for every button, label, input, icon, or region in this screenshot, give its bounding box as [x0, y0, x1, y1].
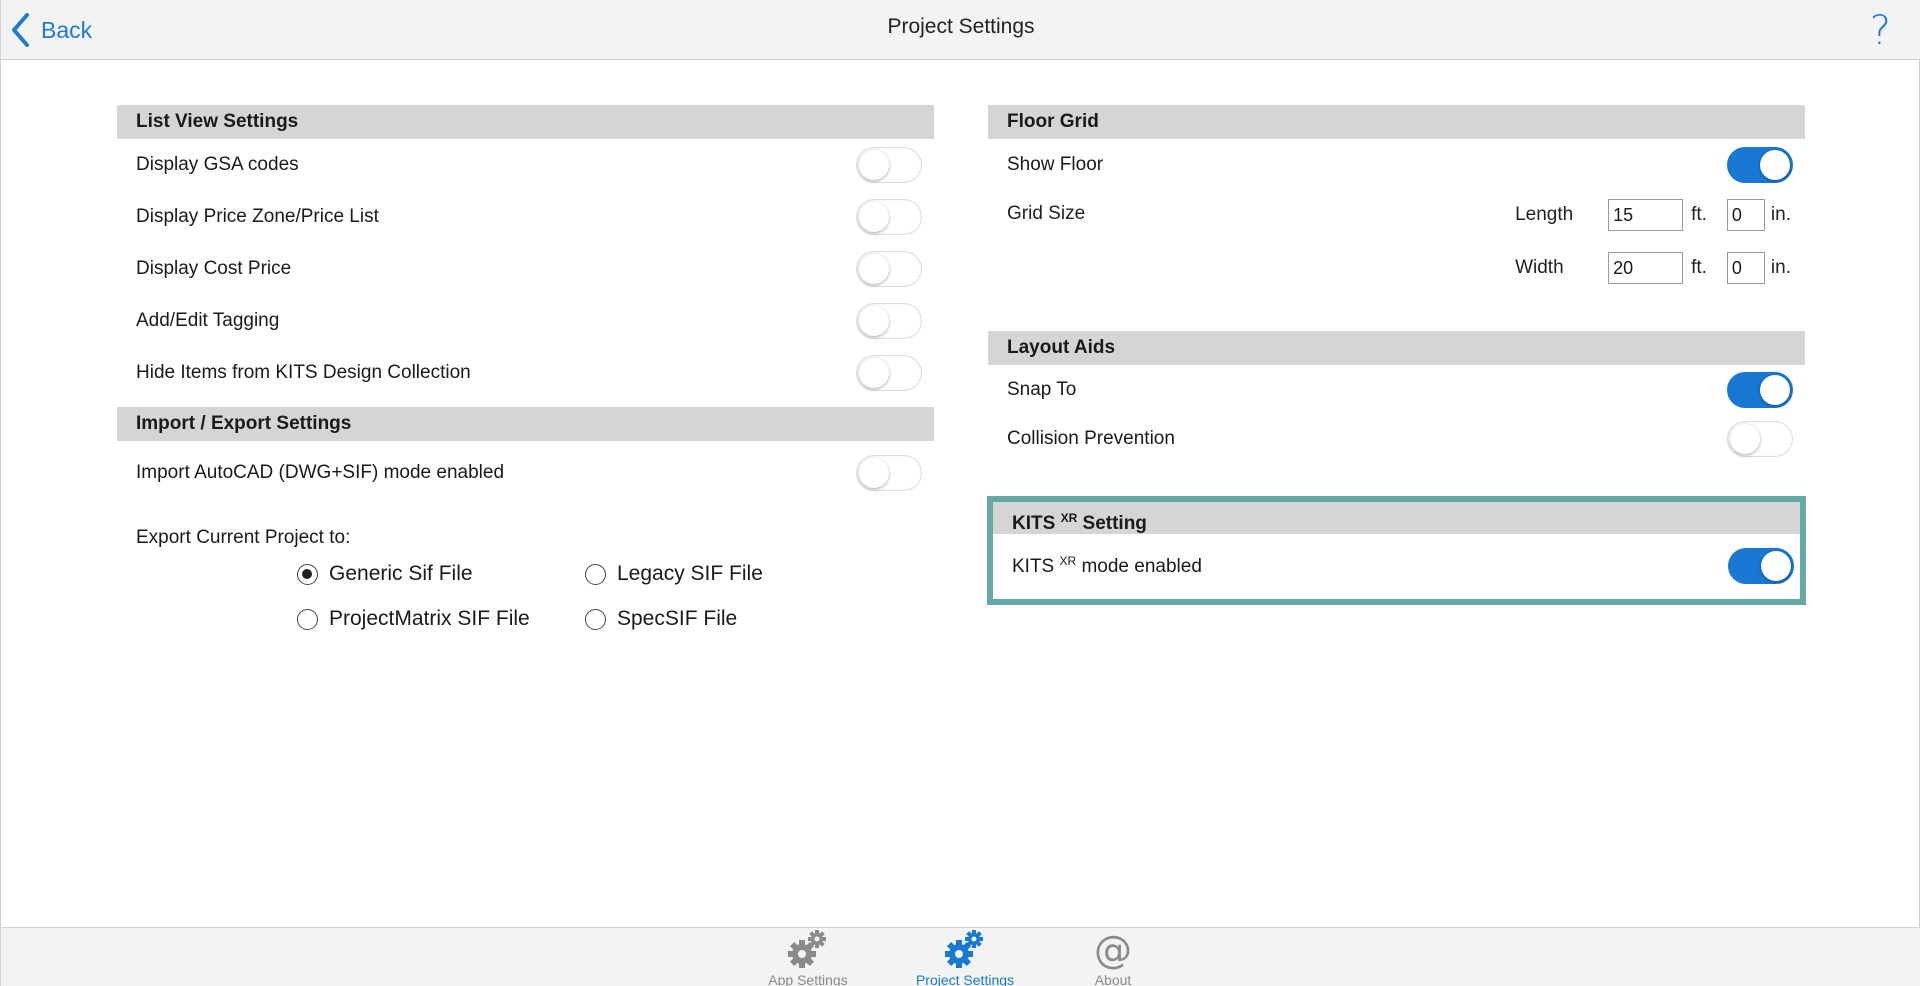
radio-selected-icon — [297, 563, 318, 585]
setting-label: Show Floor — [1007, 154, 1104, 175]
setting-row-cost-price: Display Cost Price — [117, 243, 934, 295]
setting-row-kits-xr-mode: KITS XR mode enabled — [993, 534, 1800, 598]
left-column: List View Settings Display GSA codes Dis… — [117, 105, 934, 649]
grid-size-row: Grid Size Length ft. in. Width ft. in. — [988, 191, 1805, 295]
setting-label: Display Price Zone/Price List — [136, 206, 379, 227]
setting-row-autocad: Import AutoCAD (DWG+SIF) mode enabled — [117, 441, 934, 505]
at-icon: @ — [1094, 928, 1132, 972]
toggle-kits-xr-mode[interactable] — [1728, 548, 1794, 584]
grid-size-label: Grid Size — [1007, 203, 1086, 224]
radio-generic-sif[interactable]: Generic Sif File — [297, 562, 473, 586]
radio-label: Generic Sif File — [329, 562, 473, 585]
layout-aids-header: Layout Aids — [988, 331, 1805, 365]
radio-label: Legacy SIF File — [617, 562, 763, 585]
width-row: Width ft. in. — [1515, 252, 1791, 284]
toggle-snap-to[interactable] — [1727, 372, 1793, 408]
width-ft-input[interactable] — [1608, 252, 1684, 284]
width-label: Width — [1515, 257, 1564, 278]
length-ft-input[interactable] — [1608, 199, 1684, 231]
bottom-tab-bar: App Settings Project Settings @ About — [1, 927, 1920, 986]
radio-specsif[interactable]: SpecSIF File — [585, 607, 737, 631]
kits-xr-title-suffix: Setting — [1082, 513, 1147, 534]
radio-legacy-sif[interactable]: Legacy SIF File — [585, 562, 763, 586]
export-options: Generic Sif File Legacy SIF File Project… — [117, 549, 934, 649]
import-export-header: Import / Export Settings — [117, 407, 934, 441]
length-label: Length — [1515, 204, 1574, 225]
tab-label: App Settings — [768, 972, 848, 986]
setting-row-snap-to: Snap To — [988, 365, 1805, 415]
length-in-input[interactable] — [1726, 199, 1765, 231]
toggle-cost-price[interactable] — [856, 251, 922, 287]
right-column: Floor Grid Show Floor Grid Size Length f… — [988, 105, 1805, 463]
toggle-price-zone[interactable] — [856, 199, 922, 235]
setting-row-tagging: Add/Edit Tagging — [117, 295, 934, 347]
tab-label: About — [1094, 972, 1132, 986]
setting-row-show-floor: Show Floor — [988, 139, 1805, 191]
tab-app-settings[interactable]: App Settings — [748, 928, 868, 986]
toggle-hide-kits-items[interactable] — [856, 355, 922, 391]
setting-label: Display GSA codes — [136, 154, 299, 175]
radio-label: ProjectMatrix SIF File — [329, 607, 530, 630]
kits-xr-title-prefix: KITS — [1012, 513, 1056, 534]
ft-unit-label: ft. — [1691, 204, 1707, 225]
toggle-tagging[interactable] — [856, 303, 922, 339]
page-title: Project Settings — [887, 15, 1035, 38]
tab-about[interactable]: @ About — [1053, 928, 1173, 986]
setting-row-collision: Collision Prevention — [988, 415, 1805, 463]
radio-label: SpecSIF File — [617, 607, 738, 630]
kits-xr-mode-prefix: KITS — [1012, 556, 1055, 577]
xr-superscript: XR — [1059, 554, 1077, 568]
setting-row-price-zone: Display Price Zone/Price List — [117, 191, 934, 243]
kits-xr-section: KITS XR Setting KITS XR mode enabled — [987, 496, 1806, 605]
setting-label: KITS XR mode enabled — [1012, 554, 1202, 578]
setting-label: Display Cost Price — [136, 258, 292, 279]
setting-label: Collision Prevention — [1007, 428, 1175, 449]
export-label: Export Current Project to: — [136, 527, 351, 548]
xr-superscript: XR — [1060, 511, 1078, 525]
help-icon[interactable]: ? — [1870, 8, 1891, 54]
top-bar: Back Project Settings ? — [1, 0, 1920, 60]
setting-label: Add/Edit Tagging — [136, 310, 280, 331]
radio-projectmatrix-sif[interactable]: ProjectMatrix SIF File — [297, 607, 530, 631]
toggle-collision[interactable] — [1727, 421, 1793, 457]
length-row: Length ft. in. — [1515, 199, 1791, 231]
floor-grid-header: Floor Grid — [988, 105, 1805, 139]
tab-label: Project Settings — [915, 972, 1015, 986]
radio-empty-icon — [297, 608, 318, 630]
kits-xr-mode-suffix: mode enabled — [1081, 556, 1202, 577]
radio-empty-icon — [585, 608, 606, 630]
toggle-autocad[interactable] — [856, 455, 922, 491]
setting-row-hide-kits-items: Hide Items from KITS Design Collection — [117, 347, 934, 399]
setting-label: Snap To — [1007, 379, 1077, 400]
toggle-gsa-codes[interactable] — [856, 147, 922, 183]
setting-label: Hide Items from KITS Design Collection — [136, 362, 471, 383]
setting-label: Import AutoCAD (DWG+SIF) mode enabled — [136, 462, 505, 483]
tab-project-settings[interactable]: Project Settings — [905, 928, 1025, 986]
toggle-show-floor[interactable] — [1727, 147, 1793, 183]
kits-xr-header: KITS XR Setting — [993, 502, 1800, 534]
width-in-input[interactable] — [1726, 252, 1765, 284]
gears-icon — [905, 928, 1025, 970]
radio-empty-icon — [585, 563, 606, 585]
in-unit-label: in. — [1770, 204, 1791, 225]
in-unit-label: in. — [1770, 257, 1791, 278]
list-view-settings-header: List View Settings — [117, 105, 934, 139]
gears-icon — [748, 928, 868, 970]
setting-row-gsa-codes: Display GSA codes — [117, 139, 934, 191]
ft-unit-label: ft. — [1691, 257, 1707, 278]
